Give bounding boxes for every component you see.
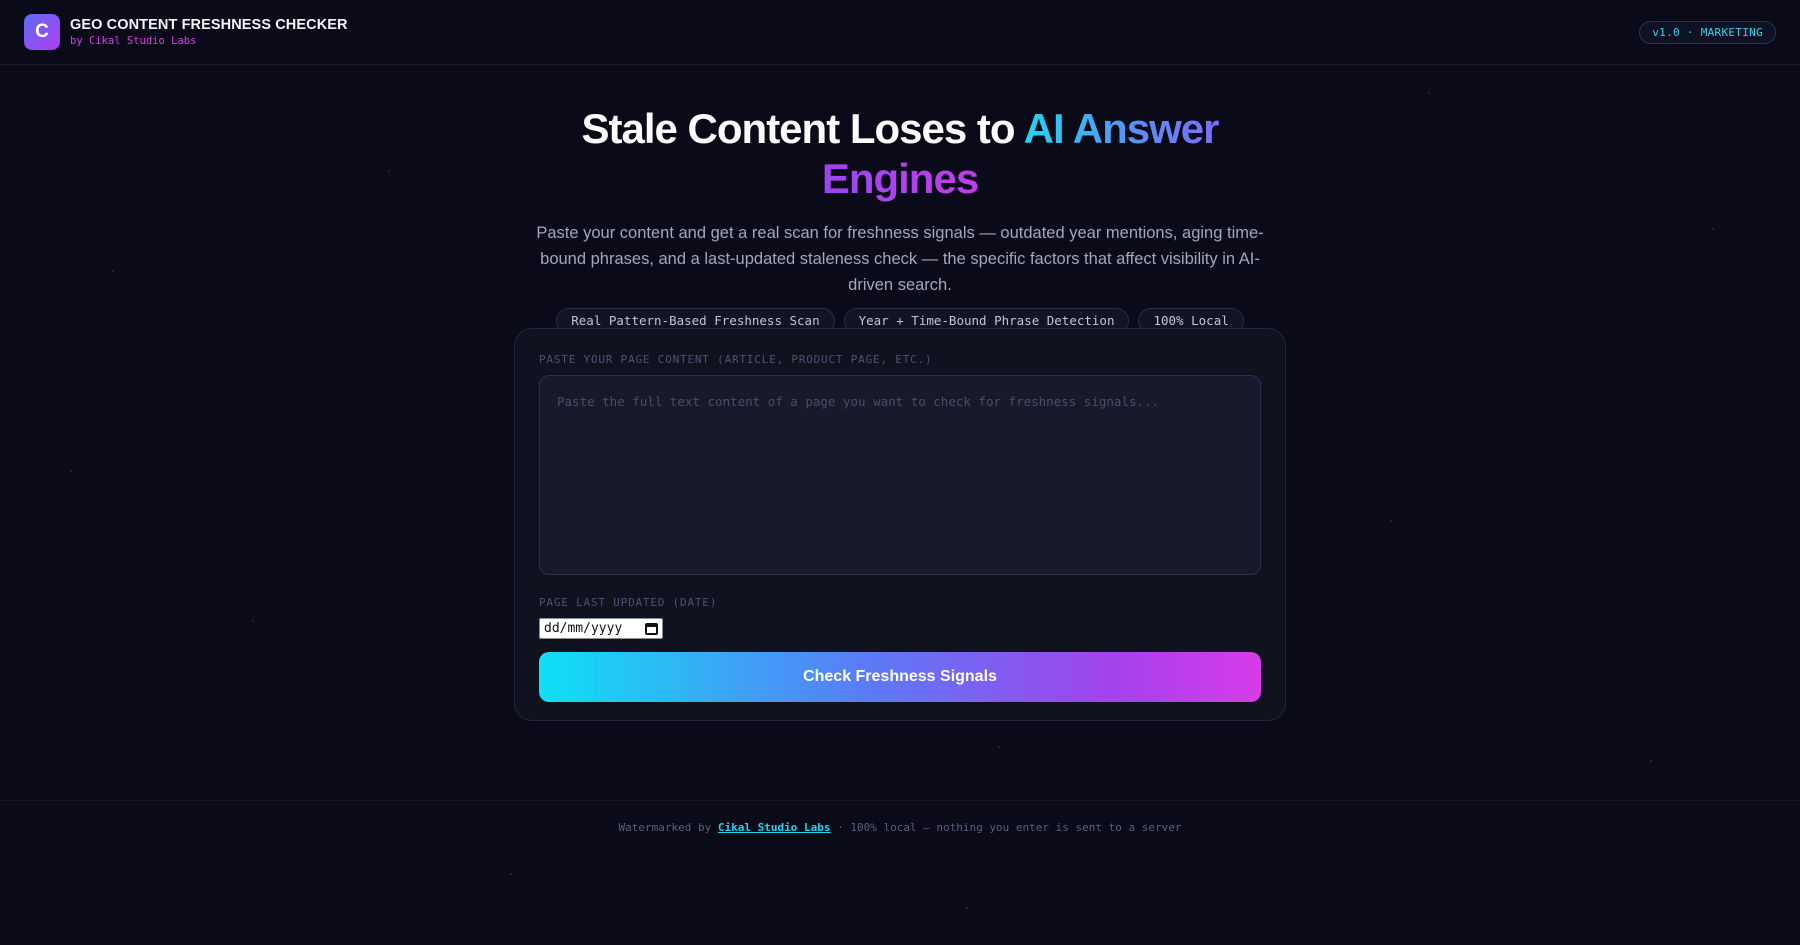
app-logo: C: [24, 14, 60, 50]
cikal-studio-labs-link[interactable]: Cikal Studio Labs: [718, 821, 831, 834]
date-placeholder: dd/mm/yyyy: [544, 621, 623, 636]
footer-suffix: · 100% local — nothing you enter is sent…: [830, 821, 1182, 834]
hero: Stale Content Loses to AI Answer Engines…: [0, 104, 1800, 334]
checker-form: PASTE YOUR PAGE CONTENT (ARTICLE, PRODUC…: [514, 328, 1286, 721]
date-label: PAGE LAST UPDATED (DATE): [539, 596, 718, 609]
page-title: Stale Content Loses to AI Answer Engines: [0, 104, 1800, 204]
calendar-icon[interactable]: [645, 622, 658, 635]
brand-text: GEO CONTENT FRESHNESS CHECKER by Cikal S…: [70, 17, 348, 47]
headline-plain: Stale Content Loses to: [581, 105, 1024, 152]
app-header: C GEO CONTENT FRESHNESS CHECKER by Cikal…: [0, 0, 1800, 65]
content-textarea[interactable]: [539, 375, 1261, 575]
page-footer: Watermarked by Cikal Studio Labs · 100% …: [0, 800, 1800, 945]
footer-prefix: Watermarked by: [618, 821, 718, 834]
brand[interactable]: C GEO CONTENT FRESHNESS CHECKER by Cikal…: [24, 14, 348, 50]
last-updated-date-input[interactable]: dd/mm/yyyy: [539, 618, 663, 639]
headline-accent-ai-answer: AI Answer: [1023, 105, 1220, 152]
app-byline: by Cikal Studio Labs: [70, 35, 197, 47]
version-badge: v1.0 · MARKETING: [1639, 20, 1776, 44]
headline-accent-engines: Engines: [821, 155, 979, 202]
content-label: PASTE YOUR PAGE CONTENT (ARTICLE, PRODUC…: [539, 353, 933, 366]
app-title: GEO CONTENT FRESHNESS CHECKER: [70, 17, 348, 33]
hero-description: Paste your content and get a real scan f…: [536, 224, 1264, 294]
check-freshness-button[interactable]: Check Freshness Signals: [539, 652, 1261, 702]
